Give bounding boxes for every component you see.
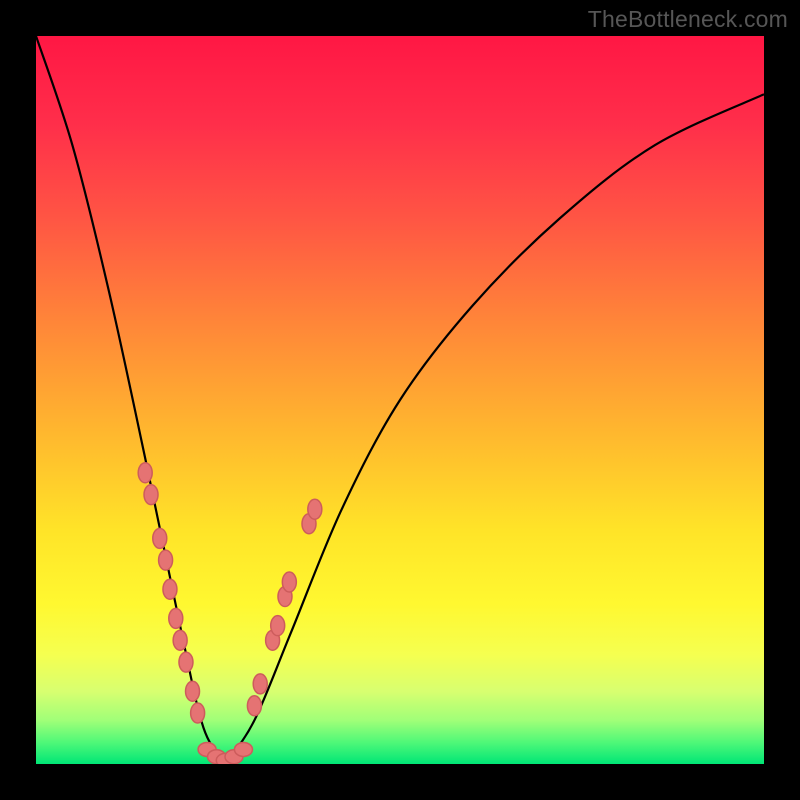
data-point xyxy=(173,630,187,650)
right-curve xyxy=(225,94,764,764)
data-point xyxy=(186,681,200,701)
curves-overlay xyxy=(36,36,764,764)
left-curve xyxy=(36,36,225,764)
chart-area xyxy=(36,36,764,764)
data-point xyxy=(138,463,152,483)
data-point xyxy=(271,616,285,636)
data-point xyxy=(153,528,167,548)
data-point xyxy=(234,742,252,756)
data-point xyxy=(144,485,158,505)
data-point xyxy=(308,499,322,519)
data-point xyxy=(159,550,173,570)
data-point xyxy=(191,703,205,723)
data-points xyxy=(138,463,322,764)
data-point xyxy=(169,608,183,628)
data-point xyxy=(247,696,261,716)
data-point xyxy=(179,652,193,672)
data-point xyxy=(253,674,267,694)
watermark-text: TheBottleneck.com xyxy=(588,6,788,33)
data-point xyxy=(282,572,296,592)
data-point xyxy=(163,579,177,599)
